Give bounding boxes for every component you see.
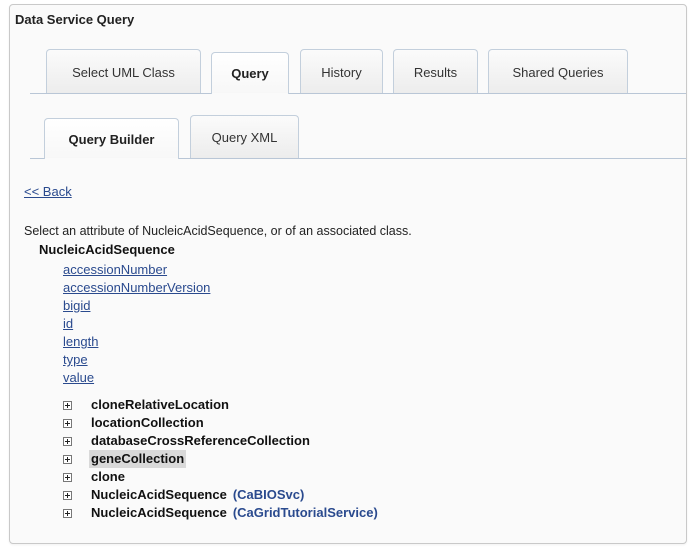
association-item: NucleicAcidSequence (CaGridTutorialServi… [63, 504, 378, 522]
tab-history[interactable]: History [300, 49, 383, 94]
data-service-query-panel: Data Service Query Select UML Class Quer… [9, 4, 687, 544]
association-label[interactable]: geneCollection [89, 450, 187, 468]
plus-expander-icon[interactable] [63, 454, 72, 464]
attribute-link-accession-number-version[interactable]: accessionNumberVersion [63, 280, 210, 295]
association-item: clone [63, 468, 378, 486]
service-name: (CaGridTutorialService) [232, 505, 378, 520]
list-item: value [63, 369, 210, 387]
association-label[interactable]: NucleicAcidSequence [89, 486, 229, 504]
association-item: databaseCrossReferenceCollection [63, 432, 378, 450]
tab-label: History [321, 64, 362, 80]
association-label[interactable]: NucleicAcidSequence [89, 504, 229, 522]
attribute-link-value[interactable]: value [63, 370, 94, 385]
list-item: bigid [63, 297, 210, 315]
back-link[interactable]: << Back [24, 184, 72, 199]
list-item: length [63, 333, 210, 351]
plus-expander-icon[interactable] [63, 400, 72, 410]
selected-class-name: NucleicAcidSequence [39, 242, 175, 257]
association-item: NucleicAcidSequence (CaBIOSvc) [63, 486, 378, 504]
attribute-list: accessionNumber accessionNumberVersion b… [63, 261, 210, 387]
tab-select-uml-class[interactable]: Select UML Class [46, 49, 201, 94]
tab-query[interactable]: Query [211, 52, 289, 95]
plus-expander-icon[interactable] [63, 418, 72, 428]
tab-shared-queries[interactable]: Shared Queries [488, 49, 628, 94]
association-label[interactable]: cloneRelativeLocation [89, 396, 231, 414]
plus-expander-icon[interactable] [63, 472, 72, 482]
panel-title: Data Service Query [15, 12, 135, 27]
main-tab-bar: Select UML Class Query History Results S… [10, 49, 686, 95]
tab-baseline [30, 93, 686, 94]
tab-label: Results [413, 64, 458, 80]
association-item: cloneRelativeLocation [63, 396, 378, 414]
tab-label: Shared Queries [512, 64, 604, 80]
tab-query-xml[interactable]: Query XML [190, 115, 299, 159]
association-list: cloneRelativeLocation locationCollection… [63, 396, 378, 522]
plus-expander-icon[interactable] [63, 508, 72, 518]
attribute-link-bigid[interactable]: bigid [63, 298, 90, 313]
sub-tab-bar: Query Builder Query XML [10, 115, 686, 160]
association-label[interactable]: databaseCrossReferenceCollection [89, 432, 312, 450]
tab-results[interactable]: Results [393, 49, 478, 94]
association-item: geneCollection [63, 450, 378, 468]
tab-label: Query XML [211, 130, 278, 145]
list-item: accessionNumberVersion [63, 279, 210, 297]
list-item: type [63, 351, 210, 369]
attribute-link-id[interactable]: id [63, 316, 73, 331]
association-item: locationCollection [63, 414, 378, 432]
instructions-text: Select an attribute of NucleicAcidSequen… [24, 224, 412, 238]
plus-expander-icon[interactable] [63, 436, 72, 446]
association-label[interactable]: locationCollection [89, 414, 206, 432]
association-label[interactable]: clone [89, 468, 127, 486]
tab-label: Query Builder [68, 131, 155, 147]
attribute-link-type[interactable]: type [63, 352, 88, 367]
tab-query-builder[interactable]: Query Builder [44, 118, 179, 160]
service-name: (CaBIOSvc) [232, 487, 305, 502]
tab-label: Select UML Class [72, 64, 175, 80]
attribute-link-length[interactable]: length [63, 334, 98, 349]
list-item: accessionNumber [63, 261, 210, 279]
tab-label: Query [231, 66, 269, 81]
list-item: id [63, 315, 210, 333]
attribute-link-accession-number[interactable]: accessionNumber [63, 262, 167, 277]
plus-expander-icon[interactable] [63, 490, 72, 500]
